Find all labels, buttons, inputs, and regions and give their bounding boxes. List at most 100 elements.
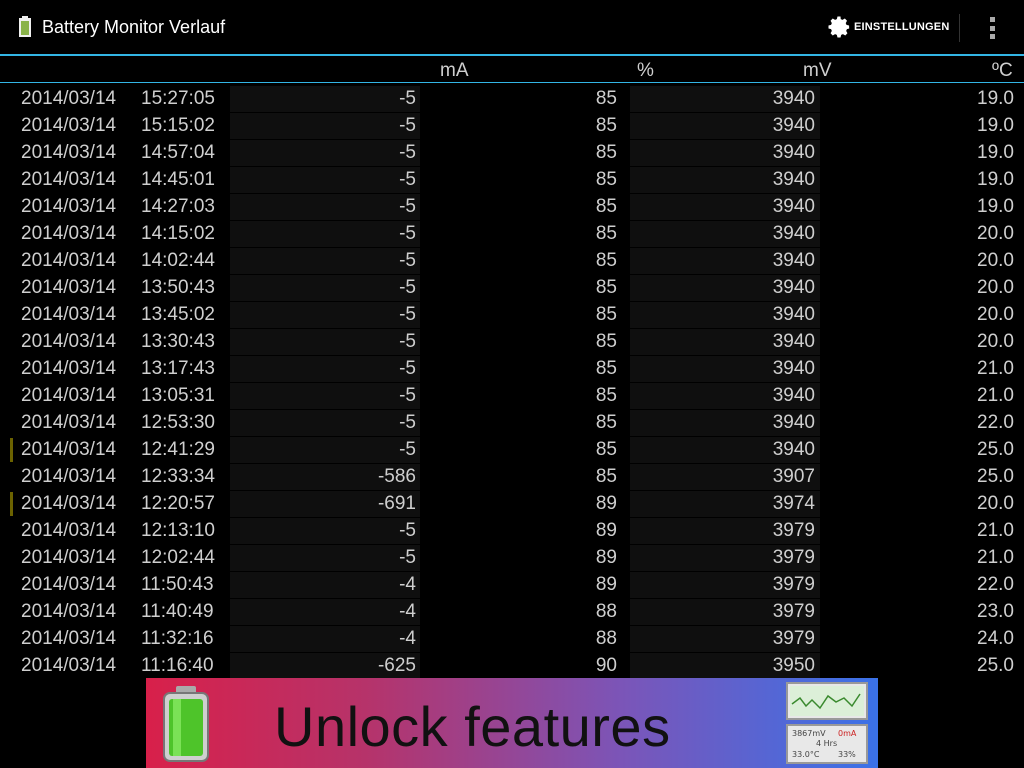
row-voltage-mv: 3940	[772, 169, 815, 190]
row-date: 2014/03/14	[21, 493, 117, 514]
row-percent: 85	[595, 304, 617, 325]
row-current-ma: -625	[377, 655, 416, 676]
ma-column-shade	[230, 518, 420, 544]
history-row[interactable]: 2014/03/14 11:50:43 -4 89 3979 22.0	[0, 572, 1024, 599]
row-voltage-mv: 3940	[772, 412, 815, 433]
row-time: 11:32:16	[141, 628, 214, 649]
row-percent: 85	[595, 223, 617, 244]
graph-thumbnail-icon	[786, 682, 868, 720]
row-temperature: 25.0	[977, 655, 1014, 676]
ma-column-shade	[230, 194, 420, 220]
row-percent: 85	[595, 277, 617, 298]
unlock-features-banner[interactable]: Unlock features 3867mV 0mA 4 Hrs 33.0°C …	[146, 678, 878, 768]
widget-percent: 33%	[838, 750, 856, 759]
row-date: 2014/03/14	[21, 115, 117, 136]
row-voltage-mv: 3979	[772, 547, 815, 568]
history-row[interactable]: 2014/03/14 12:41:29 -5 85 3940 25.0	[0, 437, 1024, 464]
row-date: 2014/03/14	[21, 601, 117, 622]
history-row[interactable]: 2014/03/14 12:33:34 -586 85 3907 25.0	[0, 464, 1024, 491]
row-time: 13:05:31	[141, 385, 215, 406]
overflow-menu-icon[interactable]	[982, 14, 1002, 42]
history-row[interactable]: 2014/03/14 11:16:40 -625 90 3950 25.0	[0, 653, 1024, 680]
row-percent: 85	[595, 196, 617, 217]
row-percent: 85	[595, 142, 617, 163]
history-row[interactable]: 2014/03/14 12:02:44 -5 89 3979 21.0	[0, 545, 1024, 572]
row-current-ma: -5	[399, 142, 416, 163]
row-temperature: 22.0	[977, 412, 1014, 433]
row-current-ma: -5	[399, 115, 416, 136]
ma-column-shade	[230, 248, 420, 274]
row-temperature: 25.0	[977, 439, 1014, 460]
history-row[interactable]: 2014/03/14 15:15:02 -5 85 3940 19.0	[0, 113, 1024, 140]
history-row[interactable]: 2014/03/14 14:57:04 -5 85 3940 19.0	[0, 140, 1024, 167]
row-date: 2014/03/14	[21, 520, 117, 541]
row-voltage-mv: 3940	[772, 304, 815, 325]
header-divider	[0, 82, 1024, 83]
history-row[interactable]: 2014/03/14 14:27:03 -5 85 3940 19.0	[0, 194, 1024, 221]
row-date: 2014/03/14	[21, 547, 117, 568]
history-row[interactable]: 2014/03/14 14:45:01 -5 85 3940 19.0	[0, 167, 1024, 194]
row-current-ma: -5	[399, 358, 416, 379]
history-row[interactable]: 2014/03/14 13:45:02 -5 85 3940 20.0	[0, 302, 1024, 329]
ma-column-shade	[230, 383, 420, 409]
row-percent: 85	[595, 331, 617, 352]
row-temperature: 19.0	[977, 88, 1014, 109]
history-row[interactable]: 2014/03/14 13:30:43 -5 85 3940 20.0	[0, 329, 1024, 356]
ma-column-shade	[230, 572, 420, 598]
row-percent: 85	[595, 115, 617, 136]
row-current-ma: -4	[399, 601, 416, 622]
row-temperature: 21.0	[977, 358, 1014, 379]
history-list[interactable]: 2014/03/14 15:27:05 -5 85 3940 19.0 2014/03/14…	[0, 86, 1024, 680]
ma-column-shade	[230, 356, 420, 382]
settings-button[interactable]: EINSTELLUNGEN	[826, 8, 950, 46]
history-row[interactable]: 2014/03/14 12:53:30 -5 85 3940 22.0	[0, 410, 1024, 437]
row-current-ma: -691	[377, 493, 416, 514]
history-row[interactable]: 2014/03/14 13:17:43 -5 85 3940 21.0	[0, 356, 1024, 383]
history-row[interactable]: 2014/03/14 14:02:44 -5 85 3940 20.0	[0, 248, 1024, 275]
row-time: 14:15:02	[141, 223, 215, 244]
history-row[interactable]: 2014/03/14 12:20:57 -691 89 3974 20.0	[0, 491, 1024, 518]
ma-column-shade	[230, 329, 420, 355]
row-date: 2014/03/14	[21, 628, 117, 649]
row-current-ma: -5	[399, 547, 416, 568]
row-time: 14:27:03	[141, 196, 215, 217]
ma-column-shade	[230, 410, 420, 436]
row-current-ma: -5	[399, 169, 416, 190]
row-date: 2014/03/14	[21, 88, 117, 109]
row-percent: 85	[595, 439, 617, 460]
ma-column-shade	[230, 599, 420, 625]
row-time: 14:45:01	[141, 169, 215, 190]
column-header-mv: mV	[803, 60, 832, 81]
app-title: Battery Monitor Verlauf	[42, 17, 226, 37]
history-row[interactable]: 2014/03/14 13:05:31 -5 85 3940 21.0	[0, 383, 1024, 410]
row-time: 13:17:43	[141, 358, 215, 379]
history-row[interactable]: 2014/03/14 13:50:43 -5 85 3940 20.0	[0, 275, 1024, 302]
ma-column-shade	[230, 437, 420, 463]
widget-hours: 4 Hrs	[816, 739, 838, 748]
history-row[interactable]: 2014/03/14 11:32:16 -4 88 3979 24.0	[0, 626, 1024, 653]
widget-thumbnail: 3867mV 0mA 4 Hrs 33.0°C 33%	[786, 724, 868, 764]
history-row[interactable]: 2014/03/14 12:13:10 -5 89 3979 21.0	[0, 518, 1024, 545]
row-percent: 89	[595, 520, 617, 541]
row-current-ma: -586	[377, 466, 416, 487]
row-voltage-mv: 3950	[772, 655, 815, 676]
row-temperature: 21.0	[977, 520, 1014, 541]
history-row[interactable]: 2014/03/14 14:15:02 -5 85 3940 20.0	[0, 221, 1024, 248]
history-row[interactable]: 2014/03/14 15:27:05 -5 85 3940 19.0	[0, 86, 1024, 113]
row-time: 12:53:30	[141, 412, 215, 433]
ma-column-shade	[230, 302, 420, 328]
row-time: 11:16:40	[141, 655, 214, 676]
row-date: 2014/03/14	[21, 385, 117, 406]
row-temperature: 21.0	[977, 385, 1014, 406]
row-time: 12:41:29	[141, 439, 215, 460]
row-percent: 89	[595, 547, 617, 568]
row-current-ma: -5	[399, 223, 416, 244]
ma-column-shade	[230, 626, 420, 652]
row-temperature: 25.0	[977, 466, 1014, 487]
history-row[interactable]: 2014/03/14 11:40:49 -4 88 3979 23.0	[0, 599, 1024, 626]
charge-state-marker	[10, 438, 13, 462]
row-time: 11:50:43	[141, 574, 214, 595]
row-percent: 85	[595, 358, 617, 379]
app-battery-icon	[19, 16, 31, 37]
row-current-ma: -5	[399, 250, 416, 271]
